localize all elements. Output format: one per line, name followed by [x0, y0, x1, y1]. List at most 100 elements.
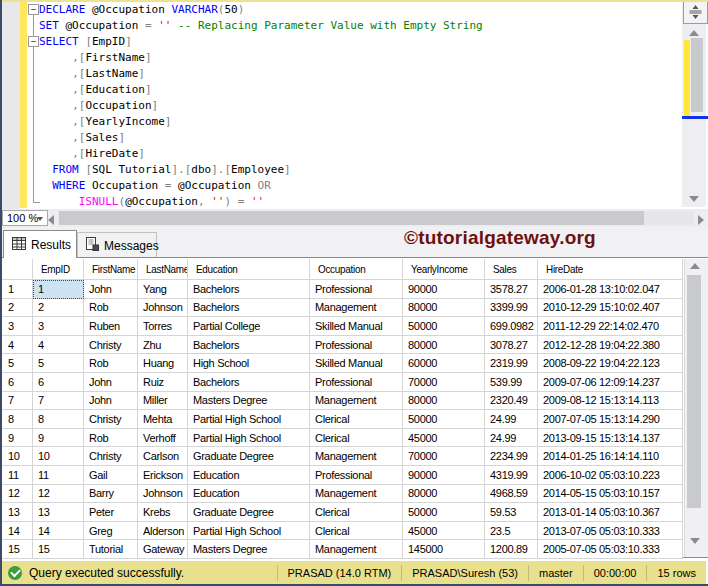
grid-cell[interactable]: Greg: [84, 522, 138, 541]
grid-cell[interactable]: John: [84, 373, 138, 392]
grid-cell[interactable]: 8: [33, 410, 84, 429]
grid-cell[interactable]: 2012-12-28 19:04:22.380: [538, 336, 683, 355]
grid-cell[interactable]: Bachelors: [188, 299, 310, 318]
grid-cell[interactable]: Graduate Degree: [188, 447, 310, 466]
grid-cell[interactable]: Skilled Manual: [310, 354, 403, 373]
grid-cell[interactable]: Masters Degree: [188, 540, 310, 559]
grid-cell[interactable]: Management: [310, 392, 403, 411]
grid-cell[interactable]: 539.99: [485, 373, 538, 392]
grid-cell[interactable]: 24.99: [485, 429, 538, 448]
grid-scroll-thumb[interactable]: [687, 275, 701, 508]
grid-cell[interactable]: Gail: [84, 466, 138, 485]
grid-cell[interactable]: 3078.27: [485, 336, 538, 355]
grid-cell[interactable]: 80000: [403, 485, 485, 504]
grid-cell[interactable]: Alderson: [138, 522, 188, 541]
grid-cell[interactable]: 59.53: [485, 503, 538, 522]
grid-cell[interactable]: 2008-09-22 19:04:22.123: [538, 354, 683, 373]
grid-cell[interactable]: 2: [33, 299, 84, 318]
grid-cell[interactable]: 15: [33, 540, 84, 559]
grid-cell[interactable]: 2320.49: [485, 392, 538, 411]
grid-cell[interactable]: Yang: [138, 280, 188, 299]
grid-cell[interactable]: 4: [33, 336, 84, 355]
grid-cell[interactable]: 80000: [403, 392, 485, 411]
grid-cell[interactable]: 50000: [403, 410, 485, 429]
row-header[interactable]: 7: [2, 392, 33, 411]
grid-cell[interactable]: 60000: [403, 354, 485, 373]
grid-cell[interactable]: 7: [33, 392, 84, 411]
row-header[interactable]: 6: [2, 373, 33, 392]
grid-cell[interactable]: 2014-01-25 16:14:14.110: [538, 447, 683, 466]
grid-cell[interactable]: Carlson: [138, 447, 188, 466]
column-header[interactable]: FirstName: [84, 259, 138, 280]
grid-cell[interactable]: Graduate Degree: [188, 503, 310, 522]
grid-cell[interactable]: 50000: [403, 503, 485, 522]
grid-cell[interactable]: Professional: [310, 280, 403, 299]
collapse-region-icon[interactable]: −: [28, 36, 39, 47]
grid-cell[interactable]: Christy: [84, 336, 138, 355]
grid-cell[interactable]: 11: [33, 466, 84, 485]
grid-cell[interactable]: Gateway: [138, 540, 188, 559]
sql-code[interactable]: DECLARE @Occupation VARCHAR(50)SET @Occu…: [39, 2, 483, 210]
grid-cell[interactable]: 2010-12-29 15:10:02.407: [538, 299, 683, 318]
grid-cell[interactable]: 2007-07-05 15:13:14.290: [538, 410, 683, 429]
grid-cell[interactable]: Rob: [84, 299, 138, 318]
grid-cell[interactable]: 3399.99: [485, 299, 538, 318]
column-header[interactable]: Occupation: [310, 259, 403, 280]
editor-scroll-thumb[interactable]: [691, 38, 703, 112]
grid-cell[interactable]: 80000: [403, 336, 485, 355]
grid-cell[interactable]: 2014-05-15 05:03:10.157: [538, 485, 683, 504]
tab-results[interactable]: Results: [3, 230, 77, 258]
grid-cell[interactable]: Torres: [138, 317, 188, 336]
grid-cell[interactable]: 2234.99: [485, 447, 538, 466]
row-header[interactable]: 8: [2, 410, 33, 429]
grid-cell[interactable]: 13: [33, 503, 84, 522]
grid-cell[interactable]: Professional: [310, 373, 403, 392]
grid-cell[interactable]: Clerical: [310, 429, 403, 448]
grid-cell[interactable]: Christy: [84, 447, 138, 466]
grid-cell[interactable]: Bachelors: [188, 373, 310, 392]
editor-hscroll-thumb[interactable]: [59, 211, 644, 225]
grid-cell[interactable]: 2006-01-28 13:10:02.047: [538, 280, 683, 299]
grid-cell[interactable]: Clerical: [310, 522, 403, 541]
grid-cell[interactable]: 1200.89: [485, 540, 538, 559]
grid-cell[interactable]: Krebs: [138, 503, 188, 522]
grid-cell[interactable]: Barry: [84, 485, 138, 504]
column-header[interactable]: EmpID: [33, 259, 84, 280]
grid-cell[interactable]: Rob: [84, 354, 138, 373]
grid-cell[interactable]: Ruiz: [138, 373, 188, 392]
grid-cell[interactable]: Skilled Manual: [310, 317, 403, 336]
sql-editor[interactable]: DECLARE @Occupation VARCHAR(50)SET @Occu…: [2, 2, 708, 209]
grid-cell[interactable]: Johnson: [138, 299, 188, 318]
grid-cell[interactable]: 1: [33, 280, 84, 299]
grid-cell[interactable]: 9: [33, 429, 84, 448]
grid-cell[interactable]: 2319.99: [485, 354, 538, 373]
grid-cell[interactable]: Clerical: [310, 410, 403, 429]
grid-cell[interactable]: 5: [33, 354, 84, 373]
grid-cell[interactable]: John: [84, 392, 138, 411]
grid-scroll-up-icon[interactable]: [690, 263, 700, 269]
column-header[interactable]: Sales: [485, 259, 538, 280]
grid-cell[interactable]: 145000: [403, 540, 485, 559]
row-header[interactable]: 13: [2, 503, 33, 522]
hscroll-left-icon[interactable]: [48, 215, 54, 225]
grid-cell[interactable]: Mehta: [138, 410, 188, 429]
grid-cell[interactable]: Masters Degree: [188, 392, 310, 411]
grid-cell[interactable]: Clerical: [310, 503, 403, 522]
row-header[interactable]: 14: [2, 522, 33, 541]
row-header[interactable]: 3: [2, 317, 33, 336]
grid-cell[interactable]: 10: [33, 447, 84, 466]
grid-cell[interactable]: Partial High School: [188, 429, 310, 448]
row-header[interactable]: 5: [2, 354, 33, 373]
grid-cell[interactable]: Zhu: [138, 336, 188, 355]
grid-cell[interactable]: 4968.59: [485, 485, 538, 504]
grid-cell[interactable]: Erickson: [138, 466, 188, 485]
row-header[interactable]: 2: [2, 299, 33, 318]
grid-cell[interactable]: Tutorial: [84, 540, 138, 559]
grid-cell[interactable]: 50000: [403, 317, 485, 336]
grid-cell[interactable]: Peter: [84, 503, 138, 522]
grid-cell[interactable]: 2013-09-15 15:13:14.137: [538, 429, 683, 448]
row-header[interactable]: 12: [2, 485, 33, 504]
grid-corner-cell[interactable]: [2, 259, 33, 280]
grid-cell[interactable]: Professional: [310, 336, 403, 355]
grid-cell[interactable]: 2009-07-06 12:09:14.237: [538, 373, 683, 392]
